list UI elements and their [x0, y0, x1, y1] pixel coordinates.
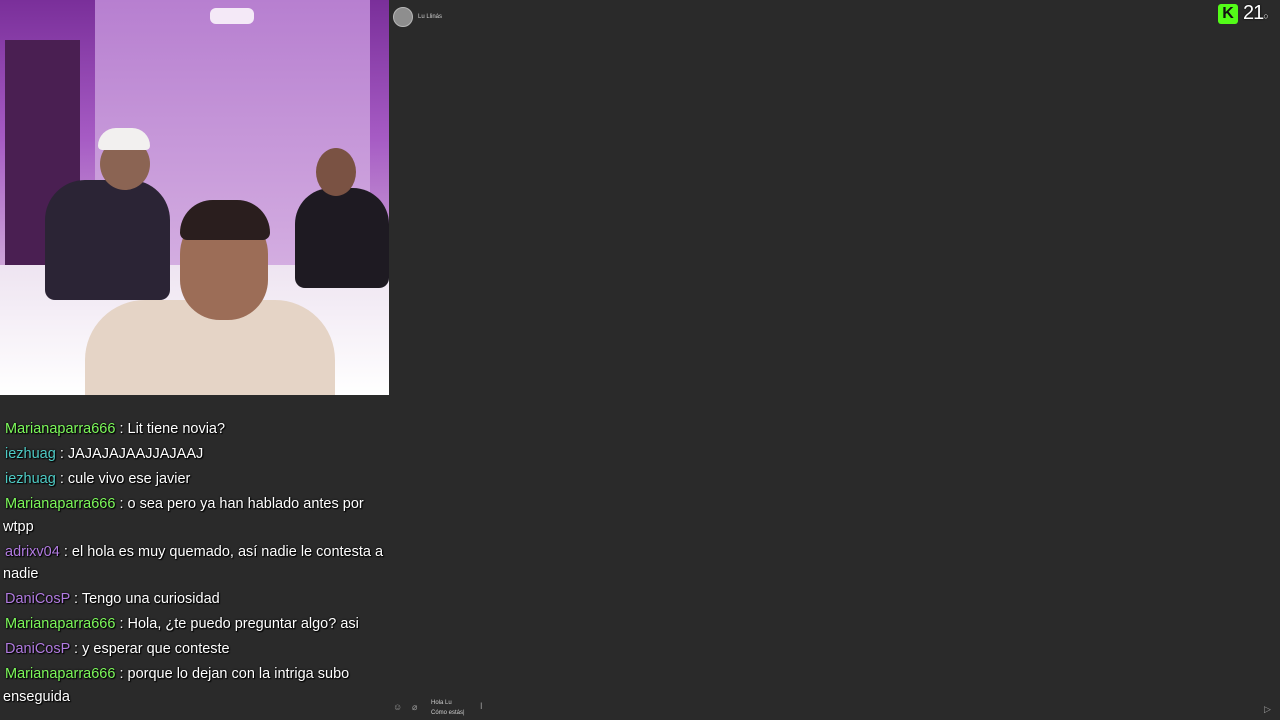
chat-text: : cule vivo ese javier [55, 471, 191, 487]
viewer-suffix: ○ [1263, 11, 1269, 21]
cam-person-left-cap [98, 128, 150, 150]
cam-person-right-head [316, 148, 356, 196]
chat-username: Marianaparra666 [5, 666, 116, 682]
viewer-count-number: 21 [1243, 2, 1264, 24]
send-icon[interactable]: ▷ [1264, 704, 1271, 715]
chat-username: DaniCosP [5, 591, 71, 607]
viewer-count: 21○ [1243, 2, 1269, 25]
stream-chat-overlay: Marianaparra666 : Lit tiene novia? iezhu… [0, 418, 395, 711]
chat-username: Marianaparra666 [5, 496, 116, 512]
chat-username: DaniCosP [5, 641, 71, 657]
chat-text: : Hola, ¿te puedo preguntar algo? asi [115, 616, 359, 632]
cam-ceiling-light [210, 8, 254, 24]
chat-text: : Tengo una curiosidad [70, 591, 220, 607]
chat-username: Marianaparra666 [5, 616, 116, 632]
cam-person-left-body [45, 180, 170, 300]
chat-text: : JAJAJAJAAJJAJAAJ [55, 446, 204, 462]
chat-message: DaniCosP : y esperar que conteste [0, 638, 395, 663]
text-cursor-icon: I [480, 701, 483, 711]
kick-logo-icon: K [1218, 4, 1238, 24]
chat-message: iezhuag : JAJAJAJAAJJAJAAJ [0, 443, 395, 468]
cam-person-center-hair [180, 200, 270, 240]
chat-username: iezhuag [5, 446, 56, 462]
chat-message: Marianaparra666 : porque lo dejan con la… [0, 663, 395, 711]
chat-username: Marianaparra666 [5, 421, 116, 437]
webcam-overlay [0, 0, 389, 395]
draft-line: Cómo estás| [431, 710, 465, 716]
chat-message: adrixv04 : el hola es muy quemado, así n… [0, 541, 395, 589]
chat-message: Marianaparra666 : Hola, ¿te puedo pregun… [0, 613, 395, 638]
attachment-icon[interactable]: ⌀ [412, 702, 417, 713]
chat-message: Marianaparra666 : Lit tiene novia? [0, 418, 395, 443]
chat-username: iezhuag [5, 471, 56, 487]
chat-username: adrixv04 [5, 543, 60, 560]
draft-line: Hola Lu [431, 700, 452, 706]
dm-contact-name[interactable]: Lu Llinás [418, 14, 442, 20]
dm-header[interactable]: Lu Llinás [393, 6, 442, 28]
chat-text: : Lit tiene novia? [115, 421, 226, 437]
chat-message: iezhuag : cule vivo ese javier [0, 468, 395, 493]
avatar[interactable] [393, 7, 413, 27]
chat-message: Marianaparra666 : o sea pero ya han habl… [0, 493, 395, 541]
emoji-icon[interactable]: ☺ [393, 702, 402, 712]
chat-text: : y esperar que conteste [70, 641, 230, 657]
chat-text: : el hola es muy quemado, así nadie le c… [3, 543, 384, 583]
message-input[interactable]: Hola Lu Cómo estás| [431, 698, 465, 718]
cam-person-right-body [295, 188, 389, 288]
chat-message: DaniCosP : Tengo una curiosidad [0, 588, 395, 613]
